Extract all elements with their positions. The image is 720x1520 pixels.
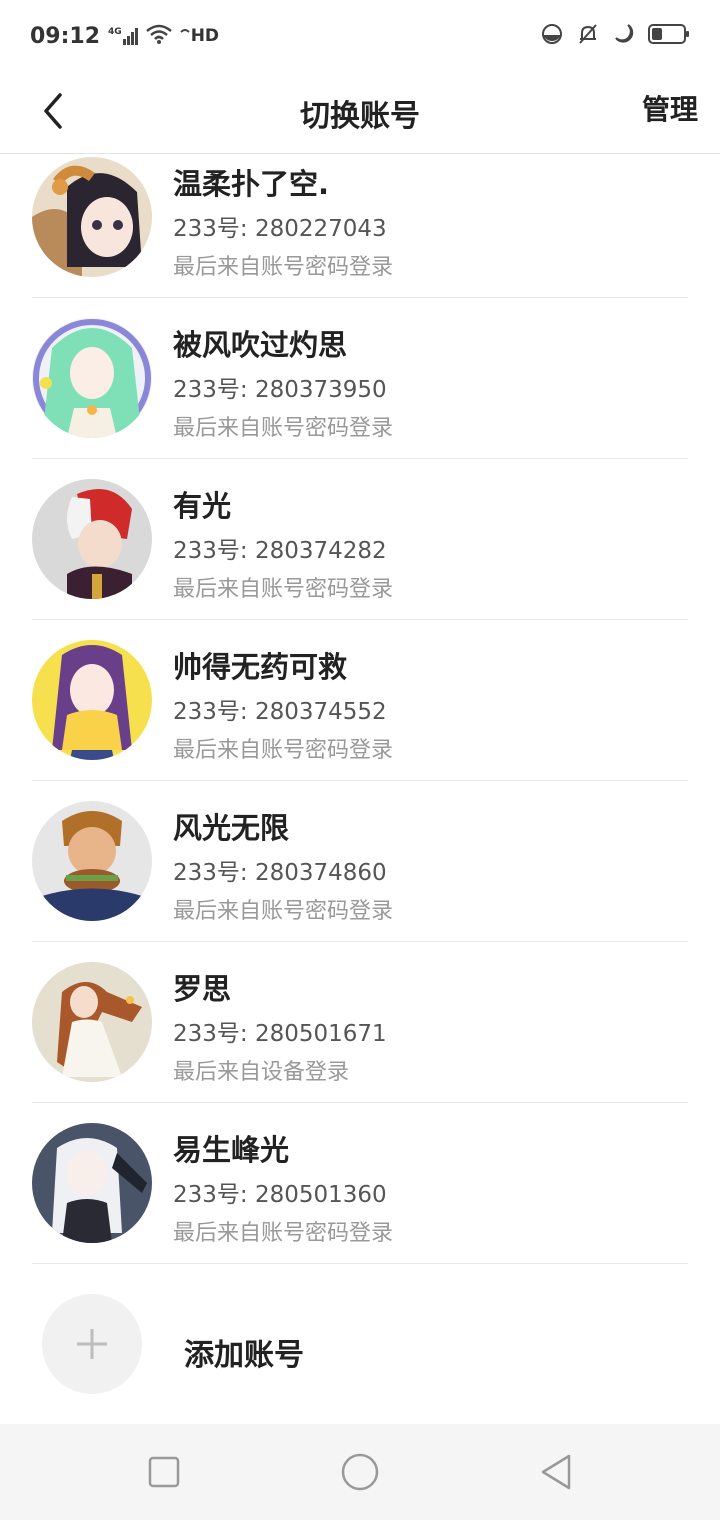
page-title: 切换账号 <box>300 98 420 134</box>
account-id: 233号: 280373950 <box>173 377 387 403</box>
navigation-bar <box>0 1424 720 1520</box>
status-right <box>540 22 690 50</box>
account-id: 233号: 280374860 <box>173 860 387 886</box>
add-account-button[interactable]: 添加账号 <box>0 1264 720 1424</box>
status-bar: 09:12 4G HD <box>0 0 720 72</box>
account-name: 温柔扑了空. <box>173 167 330 201</box>
avatar <box>32 318 152 438</box>
account-item[interactable]: 帅得无药可救 233号: 280374552 最后来自账号密码登录 <box>32 620 688 781</box>
account-id: 233号: 280227043 <box>173 216 387 242</box>
account-item[interactable]: 风光无限 233号: 280374860 最后来自账号密码登录 <box>32 781 688 942</box>
account-id: 233号: 280501360 <box>173 1182 387 1208</box>
home-button[interactable] <box>340 1452 380 1492</box>
account-login-method: 最后来自设备登录 <box>173 1060 350 1085</box>
data-saver-icon <box>540 22 564 50</box>
account-name: 被风吹过灼思 <box>173 328 348 362</box>
account-name: 风光无限 <box>173 811 290 845</box>
network-label: 4G <box>108 27 122 37</box>
status-left: 09:12 4G HD <box>30 23 219 49</box>
recent-apps-icon <box>148 1456 180 1488</box>
account-item[interactable]: 温柔扑了空. 233号: 280227043 最后来自账号密码登录 <box>32 137 688 298</box>
recent-apps-button[interactable] <box>144 1452 184 1492</box>
moon-icon <box>612 22 636 50</box>
signal-icon: 4G <box>108 27 139 45</box>
account-login-method: 最后来自账号密码登录 <box>173 899 394 924</box>
account-login-method: 最后来自账号密码登录 <box>173 416 394 441</box>
status-time: 09:12 <box>30 23 101 49</box>
system-back-button[interactable] <box>536 1452 576 1492</box>
battery-icon <box>648 23 690 49</box>
chevron-left-icon <box>44 93 62 129</box>
home-icon <box>341 1453 379 1491</box>
account-name: 易生峰光 <box>173 1133 290 1167</box>
account-login-method: 最后来自账号密码登录 <box>173 255 394 280</box>
account-item[interactable]: 罗思 233号: 280501671 最后来自设备登录 <box>32 942 688 1103</box>
back-icon <box>541 1454 571 1490</box>
account-item[interactable]: 被风吹过灼思 233号: 280373950 最后来自账号密码登录 <box>32 298 688 459</box>
manage-button[interactable]: 管理 <box>642 88 698 128</box>
status-icons-left: 4G HD <box>108 23 219 49</box>
add-account-circle <box>42 1294 142 1394</box>
avatar <box>32 157 152 277</box>
wifi-icon <box>145 23 173 49</box>
account-login-method: 最后来自账号密码登录 <box>173 738 394 763</box>
account-id: 233号: 280501671 <box>173 1021 387 1047</box>
account-login-method: 最后来自账号密码登录 <box>173 1221 394 1246</box>
account-id: 233号: 280374552 <box>173 699 387 725</box>
hd-call-icon: HD <box>179 26 219 46</box>
account-item[interactable]: 易生峰光 233号: 280501360 最后来自账号密码登录 <box>32 1103 688 1264</box>
avatar <box>32 479 152 599</box>
hd-label: HD <box>190 26 220 46</box>
account-name: 有光 <box>173 489 232 523</box>
back-button[interactable] <box>28 86 78 136</box>
account-name: 罗思 <box>173 972 232 1006</box>
account-list: 温柔扑了空. 233号: 280227043 最后来自账号密码登录 被风吹过灼思… <box>0 137 720 1264</box>
avatar <box>32 801 152 921</box>
avatar <box>32 640 152 760</box>
plus-icon <box>77 1329 107 1359</box>
avatar <box>32 1123 152 1243</box>
account-login-method: 最后来自账号密码登录 <box>173 577 394 602</box>
add-account-label: 添加账号 <box>184 1338 304 1373</box>
avatar <box>32 962 152 1082</box>
account-name: 帅得无药可救 <box>173 650 348 684</box>
account-item[interactable]: 有光 233号: 280374282 最后来自账号密码登录 <box>32 459 688 620</box>
account-id: 233号: 280374282 <box>173 538 387 564</box>
mute-icon <box>576 22 600 50</box>
